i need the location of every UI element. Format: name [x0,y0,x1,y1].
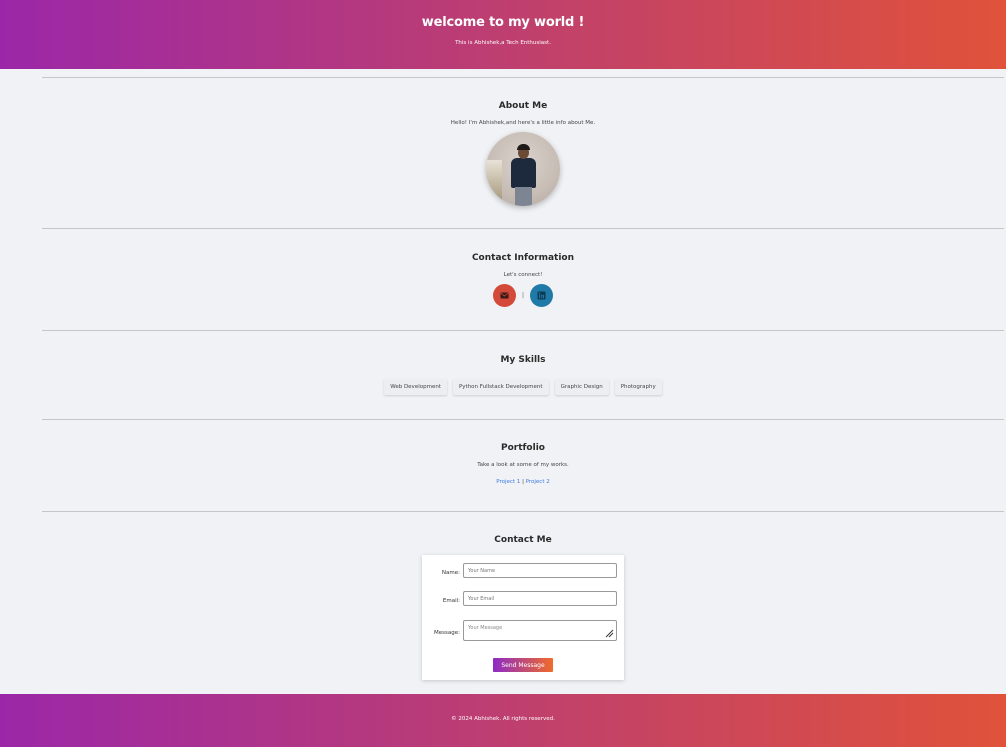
envelope-icon [500,292,509,299]
project-1-link[interactable]: Project 1 [496,479,520,485]
message-label: Message: [434,630,460,636]
contact-separator: | [521,292,525,299]
project-2-link[interactable]: Project 2 [526,479,550,485]
page-header: welcome to my world ! This is Abhishek,a… [0,0,1006,69]
portfolio-links: Project 1 | Project 2 [42,479,1004,485]
about-section: About Me Hello! I'm Abhishek,and here's … [42,101,1004,206]
page-title: welcome to my world ! [421,15,585,30]
skill-tag: Graphic Design [554,379,609,395]
email-link[interactable] [492,284,516,307]
name-field[interactable] [463,563,617,578]
copyright-text: © 2024 Abhishek. All rights reserved. [451,716,555,722]
skill-tag: Photography [614,379,662,395]
linkedin-icon [537,291,546,300]
contact-section: Contact Me [42,535,1004,545]
about-heading: About Me [498,101,548,111]
contact-heading: Contact Me [494,535,552,545]
portfolio-text: Take a look at some of my works. [477,462,569,468]
email-field[interactable] [463,591,617,606]
page-footer: © 2024 Abhishek. All rights reserved. [0,694,1006,747]
message-field[interactable]: Your Message [463,620,617,641]
page-subtitle: This is Abhishek,a Tech Enthusiast. [455,40,551,46]
contact-info-text: Let's connect! [503,272,543,278]
name-label: Name: [441,570,460,576]
skills-heading: My Skills [500,355,546,365]
skills-section: My Skills Web Development Python Fullsta… [42,355,1004,395]
skill-tag: Web Development [384,379,447,395]
skills-list: Web Development Python Fullstack Develop… [42,379,1004,395]
profile-photo [486,132,560,206]
contact-form: Name: Email: Message: Your Message Send … [422,555,624,680]
contact-info-section: Contact Information Let's connect! | [42,253,1004,307]
contact-info-heading: Contact Information [471,253,575,263]
message-placeholder: Your Message [468,625,503,631]
divider [42,77,1004,78]
resize-handle-icon[interactable] [604,628,614,638]
portfolio-heading: Portfolio [501,443,545,453]
linkedin-link[interactable] [530,284,554,307]
portfolio-separator: | [522,479,524,485]
portfolio-section: Portfolio Take a look at some of my work… [42,443,1004,485]
divider [42,330,1004,331]
skill-tag: Python Fullstack Development [452,379,549,395]
divider [42,228,1004,229]
social-links: | [42,284,1004,307]
divider [42,419,1004,420]
email-label: Email: [442,598,460,604]
about-text: Hello! I'm Abhishek,and here's a little … [450,120,596,126]
divider [42,511,1004,512]
send-message-button[interactable]: Send Message [493,658,553,672]
